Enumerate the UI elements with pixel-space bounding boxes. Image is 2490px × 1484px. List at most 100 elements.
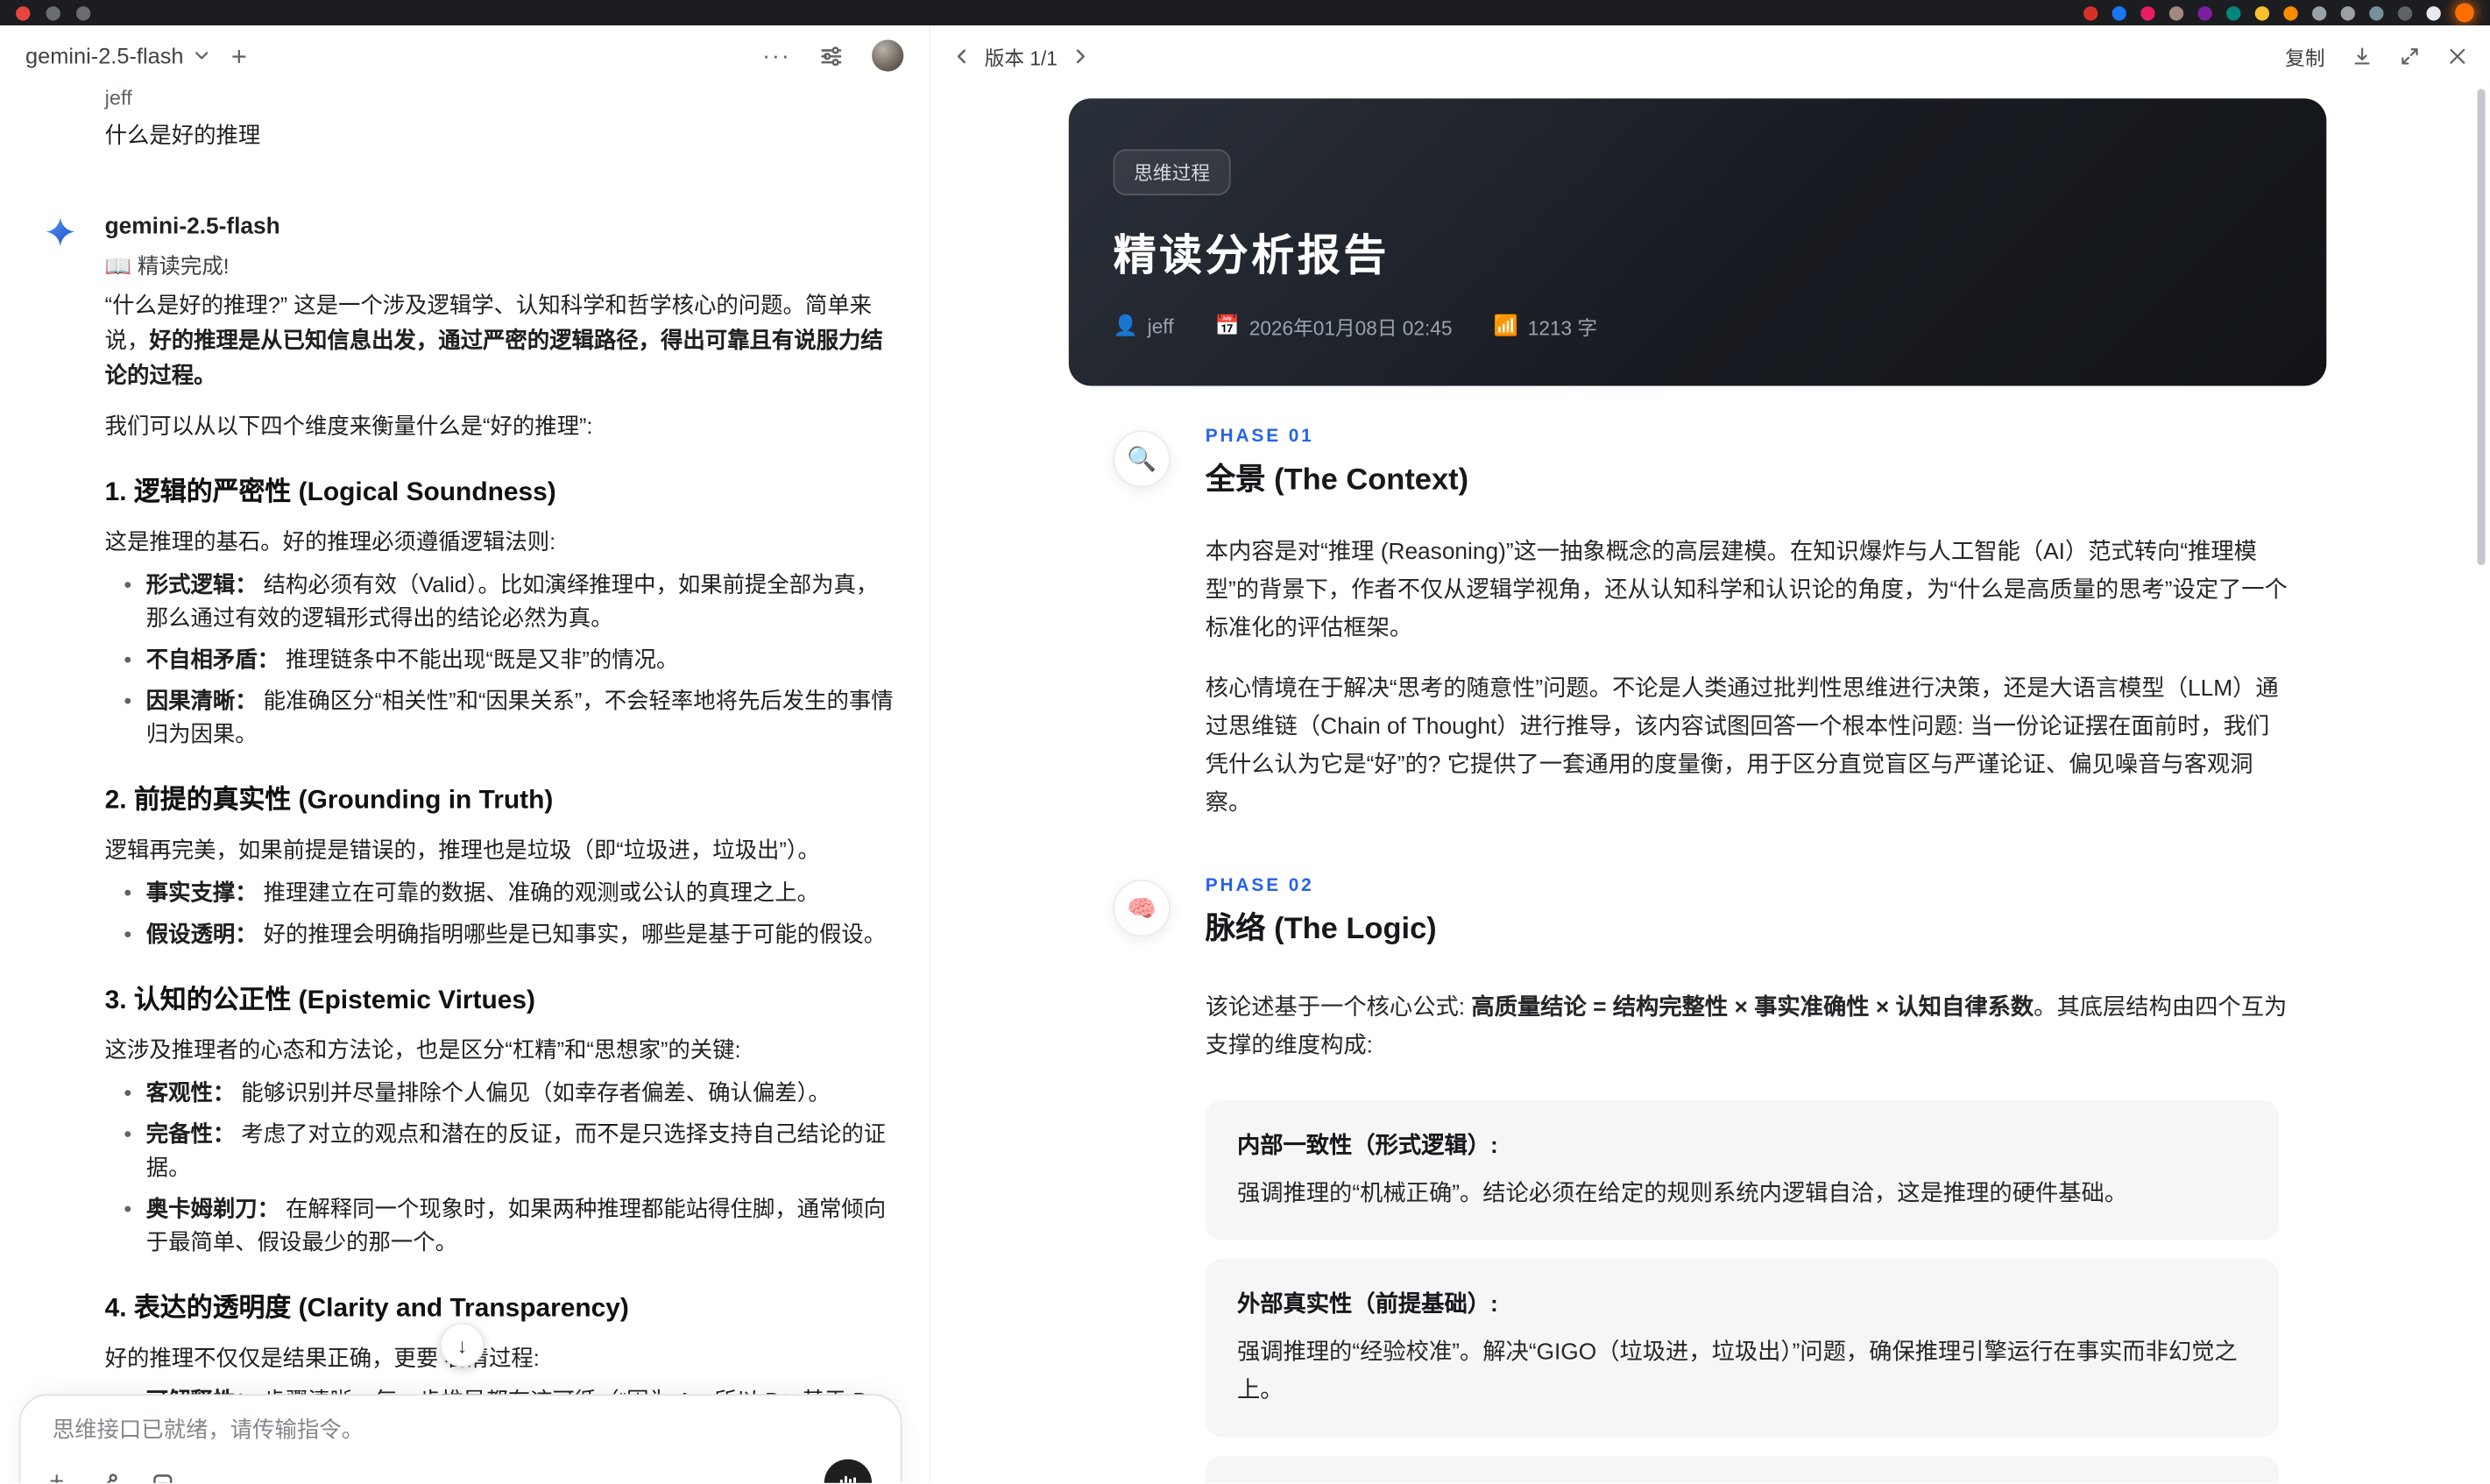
extension-icon-purple[interactable] [2197,5,2212,20]
scrollbar-thumb[interactable] [2477,88,2486,566]
user-avatar-column [45,86,105,151]
download-tray-icon[interactable] [2426,5,2441,20]
extension-icon-orange[interactable] [2283,5,2298,20]
scroll-down-icon: ↓ [456,1332,468,1357]
record-dot-icon[interactable] [16,5,31,20]
extension-icon-yellow[interactable] [2254,5,2270,20]
new-chat-button[interactable]: + [231,42,247,69]
apps-grid-icon[interactable] [46,5,60,20]
bullet-text: 推理建立在可靠的数据、准确的观测或公认的真理之上。 [257,880,820,906]
phase1-paragraph-1: 本内容是对“推理 (Reasoning)”这一抽象概念的高层建模。在知识爆炸与人… [1205,540,2288,642]
extension-icon-teal[interactable] [2226,5,2241,20]
card-title: 内部一致性（形式逻辑）: [1236,1134,1498,1160]
section-heading-1: 1. 逻辑的严密性 (Logical Soundness) [104,477,556,507]
bullet-text: 能够识别并尽量排除个人偏见（如幸存者偏差、确认偏差）。 [235,1079,831,1106]
phase1-paragraph-2: 核心情境在于解决“思考的随意性”问题。不论是人类通过批判性思维进行决策，还是大语… [1205,676,2279,816]
chevron-right-icon[interactable] [1072,46,1089,64]
bullet-term: 奥卡姆剃刀： [145,1195,279,1221]
message-composer: + [18,1394,902,1483]
display-icon[interactable] [2369,5,2384,20]
model-selector[interactable]: gemini-2.5-flash [25,43,209,68]
report-date-text: 2026年01月08日 02:45 [1249,317,1453,340]
bullet-term: 假设透明： [145,921,258,947]
phase-title-2: 脉络 (The Logic) [1205,913,1437,947]
bullet-list-3: 客观性： 能够识别并尽量排除个人偏见（如幸存者偏差、确认偏差）。 完备性： 考虑… [105,1077,895,1259]
card-body: 强调推理的“经验校准”。解决“GIGO（垃圾进，垃圾出）”问题，确保推理引擎运行… [1236,1339,2238,1404]
extension-icon-red[interactable] [2083,5,2098,20]
calendar-icon: 📅 [1214,314,1240,337]
magnifier-icon: 🔍 [1113,430,1171,488]
card-body: 强调推理的“机械正确”。结论必须在给定的规则系统内逻辑自洽，这是推理的硬件基础。 [1236,1181,2128,1207]
scroll-to-bottom-button[interactable]: ↓ [440,1322,485,1367]
bullet-text: 推理链条中不能出现“既是又非”的情况。 [279,646,679,672]
artifact-toolbar: 版本 1/1 复制 [930,25,2490,86]
composer-toolbar: + [49,1459,873,1483]
user-avatar[interactable] [872,39,904,72]
browser-extension-icons [2069,3,2474,23]
chat-header-actions: ··· [762,39,904,72]
device-icon[interactable] [2397,5,2413,20]
chevron-down-icon [195,52,208,60]
canvas-frame-button[interactable] [152,1471,175,1483]
chevron-left-icon[interactable] [953,46,971,64]
attach-plus-button[interactable]: + [49,1469,64,1483]
more-options-button[interactable]: ··· [762,42,791,69]
artifact-content[interactable]: 思维过程 精读分析报告 👤 jeff 📅 2026年01月08日 02:45 📶… [930,86,2490,1483]
assistant-status: 📖 精读完成! [105,248,895,279]
bullet-term: 客观性： [145,1079,236,1106]
copy-button[interactable]: 复制 [2285,40,2324,70]
phase-section-1: 🔍 PHASE 01 全景 (The Context) 本内容是对“推理 (Re… [1069,428,2327,823]
extension-icon-pink[interactable] [2140,5,2155,20]
expand-icon[interactable] [2400,46,2421,67]
bullet-text: 好的推理会明确指明哪些是已知事实，哪些是基于可能的假设。 [257,921,887,947]
assistant-status-text: 精读完成! [137,254,230,279]
settings-gear-icon[interactable] [2312,5,2327,20]
phase-label-2: PHASE 02 [1205,876,1314,896]
workflow-nodes-button[interactable] [95,1471,119,1483]
download-icon[interactable] [2352,46,2373,67]
message-input[interactable] [49,1414,879,1444]
bullet-item: 形式逻辑： 结构必须有效（Valid）。比如演绎推理中，如果前提全部为真，那么通… [124,569,894,635]
report-hero-card: 思维过程 精读分析报告 👤 jeff 📅 2026年01月08日 02:45 📶… [1068,98,2327,386]
dimension-card-3: 主体伦理（认识美德）: 转向推理者的心理特征。引入奥卡姆剃刀和反向论证，旨在克服… [1205,1456,2279,1483]
voice-input-button[interactable] [824,1459,873,1483]
user-message-bubble: jeff 什么是好的推理 [105,86,895,151]
split-view-icon[interactable] [2340,5,2355,20]
section-heading-4: 4. 表达的透明度 (Clarity and Transparency) [104,1294,629,1323]
phase2-formula-paragraph: 该论述基于一个核心公式: 高质量结论 = 结构完整性 × 事实准确性 × 认知自… [1206,989,2288,1065]
tune-settings-icon[interactable] [819,44,843,67]
chat-message-list[interactable]: jeff 什么是好的推理 gemini-2.5-flash 📖 精读完成! “什… [0,86,929,1483]
app-window: gemini-2.5-flash + ··· jeff 什么是好的推理 gemi… [0,0,2490,1483]
report-word-count: 📶 1213 字 [1494,311,1597,341]
dimension-card-1: 内部一致性（形式逻辑）: 强调推理的“机械正确”。结论必须在给定的规则系统内逻辑… [1205,1100,2279,1240]
report-title: 精读分析报告 [1113,231,1390,279]
extension-icon-blue[interactable] [2112,5,2126,20]
report-author: 👤 jeff [1114,314,1174,338]
section-intro-3: 这涉及推理者的心态和方法论，也是区分“杠精”和“思想家”的关键: [104,1036,741,1063]
bullet-item: 事实支撑： 推理建立在可靠的数据、准确的观测或公认的真理之上。 [124,877,894,910]
report-author-name: jeff [1147,314,1174,338]
bullet-item: 不自相矛盾： 推理链条中不能出现“既是又非”的情况。 [124,643,894,676]
bullet-term: 形式逻辑： [145,571,258,597]
dimension-card-2: 外部真实性（前提基础）: 强调推理的“经验校准”。解决“GIGO（垃圾进，垃圾出… [1205,1259,2279,1438]
model-name: gemini-2.5-flash [25,42,184,68]
bullet-item: 奥卡姆剃刀： 在解释同一个现象时，如果两种推理都能站得住脚，通常倾向于最简单、假… [124,1192,894,1259]
version-navigator: 版本 1/1 [953,40,1090,70]
close-icon[interactable] [2447,46,2468,67]
extension-icon-tan[interactable] [2168,5,2184,20]
lead-paragraph: 我们可以从以下四个维度来衡量什么是“好的推理”: [104,413,593,439]
bullet-term: 不自相矛盾： [145,646,279,672]
section-heading-3: 3. 认知的公正性 (Epistemic Virtues) [104,986,535,1015]
gemini-sparkle-icon [46,217,75,247]
report-date: 📅 2026年01月08日 02:45 [1215,311,1453,341]
formula-bold: 高质量结论 = 结构完整性 × 事实准确性 × 认知自律系数 [1471,995,2034,1021]
dimension-cards: 内部一致性（形式逻辑）: 强调推理的“机械正确”。结论必须在给定的规则系统内逻辑… [1205,1100,2327,1483]
artifact-actions: 复制 [2285,40,2467,70]
browser-left-icons [16,5,106,20]
menu-icon[interactable] [76,5,91,20]
recording-active-icon[interactable] [2455,3,2474,23]
user-author-name: jeff [104,85,132,110]
person-icon: 👤 [1113,314,1138,337]
artifact-panel: 版本 1/1 复制 思维过程 精读分析报告 👤 jeff 📅 2026年01月0… [929,25,2490,1483]
section-heading-2: 2. 前提的真实性 (Grounding in Truth) [104,786,554,815]
